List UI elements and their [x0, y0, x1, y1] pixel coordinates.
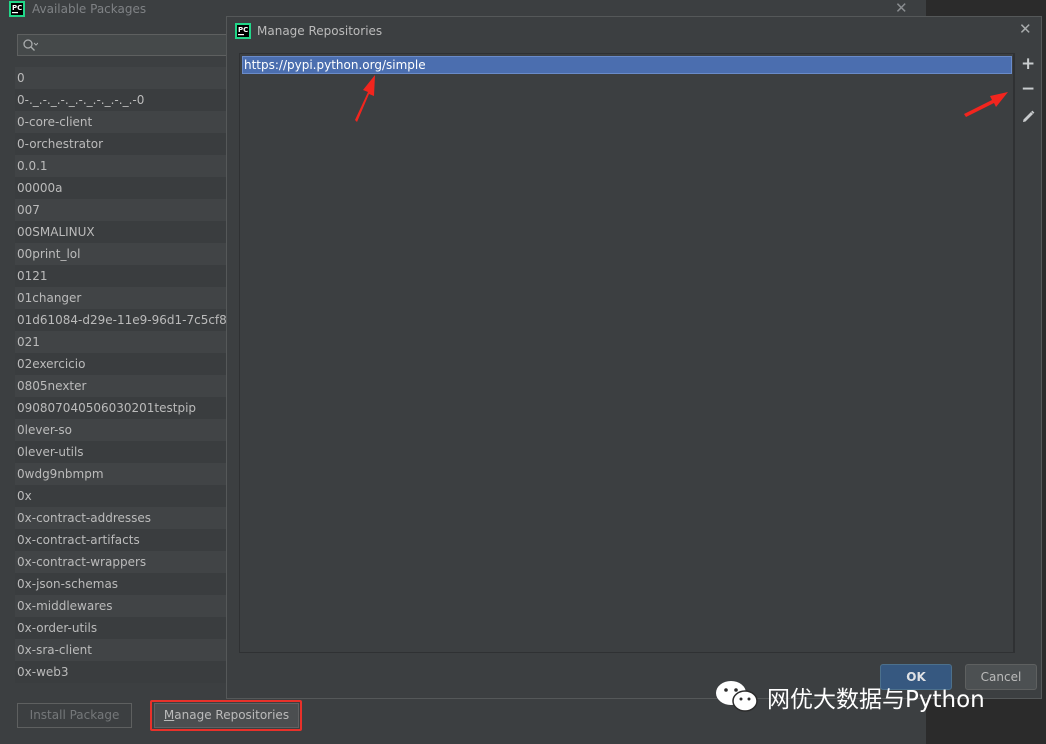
package-item[interactable]: 0x-json-schemas — [15, 573, 227, 595]
package-item[interactable]: 01changer — [15, 287, 227, 309]
install-package-button[interactable]: Install Package — [17, 703, 132, 728]
svg-text:PC: PC — [238, 26, 248, 34]
package-item[interactable]: 0121 — [15, 265, 227, 287]
arrow-icon — [355, 75, 375, 122]
repository-list[interactable]: https://pypi.python.org/simple — [239, 53, 1014, 653]
watermark-text: 网优大数据与Python — [767, 687, 985, 713]
package-item[interactable]: 00000a — [15, 177, 227, 199]
package-item[interactable]: 021 — [15, 331, 227, 353]
package-item[interactable]: 0x — [15, 485, 227, 507]
pycharm-icon: PC — [235, 23, 251, 39]
package-item[interactable]: 0lever-utils — [15, 441, 227, 463]
plus-icon[interactable]: + — [1021, 56, 1035, 73]
pycharm-icon: PC — [9, 1, 25, 17]
package-item[interactable]: 0-core-client — [15, 111, 227, 133]
package-item[interactable]: 0 — [15, 67, 227, 89]
search-input[interactable] — [17, 34, 237, 56]
package-item[interactable]: 0x-web3 — [15, 661, 227, 683]
arrow-icon — [964, 92, 1008, 117]
package-item[interactable]: 02exercicio — [15, 353, 227, 375]
package-item[interactable]: 0x-contract-wrappers — [15, 551, 227, 573]
package-item[interactable]: 0-._.-._.-._.-._.-._.-._.-0 — [15, 89, 227, 111]
package-item[interactable]: 007 — [15, 199, 227, 221]
package-item[interactable]: 01d61084-d29e-11e9-96d1-7c5cf84ffe8e — [15, 309, 227, 331]
repository-url: https://pypi.python.org/simple — [244, 58, 426, 72]
package-item[interactable]: 0x-order-utils — [15, 617, 227, 639]
package-item[interactable]: 00print_lol — [15, 243, 227, 265]
package-item[interactable]: 0805nexter — [15, 375, 227, 397]
search-icon — [23, 39, 38, 51]
repository-toolbar: + − — [1014, 53, 1039, 653]
package-item[interactable]: 0wdg9nbmpm — [15, 463, 227, 485]
package-item[interactable]: 0x-sra-client — [15, 639, 227, 661]
package-item[interactable]: 0x-middlewares — [15, 595, 227, 617]
package-item[interactable]: 0-orchestrator — [15, 133, 227, 155]
close-icon[interactable]: ✕ — [895, 0, 908, 17]
package-list[interactable]: 0 0-._.-._.-._.-._.-._.-._.-0 0-core-clien… — [15, 67, 227, 683]
package-item[interactable]: 0x-contract-addresses — [15, 507, 227, 529]
package-item[interactable]: 0x-contract-artifacts — [15, 529, 227, 551]
close-icon[interactable]: ✕ — [1019, 20, 1032, 38]
wechat-icon — [716, 681, 758, 712]
highlight-box — [150, 700, 302, 731]
package-item[interactable]: 00SMALINUX — [15, 221, 227, 243]
package-item[interactable]: 0.0.1 — [15, 155, 227, 177]
watermark: 网优大数据与Python — [712, 670, 1032, 722]
window-title: Available Packages — [32, 2, 147, 16]
dialog-title: Manage Repositories — [257, 24, 383, 38]
package-item[interactable]: 090807040506030201testpip — [15, 397, 227, 419]
package-item[interactable]: 0lever-so — [15, 419, 227, 441]
minus-icon[interactable]: − — [1021, 81, 1035, 98]
svg-text:PC: PC — [12, 4, 22, 12]
pencil-icon[interactable] — [1020, 109, 1036, 125]
